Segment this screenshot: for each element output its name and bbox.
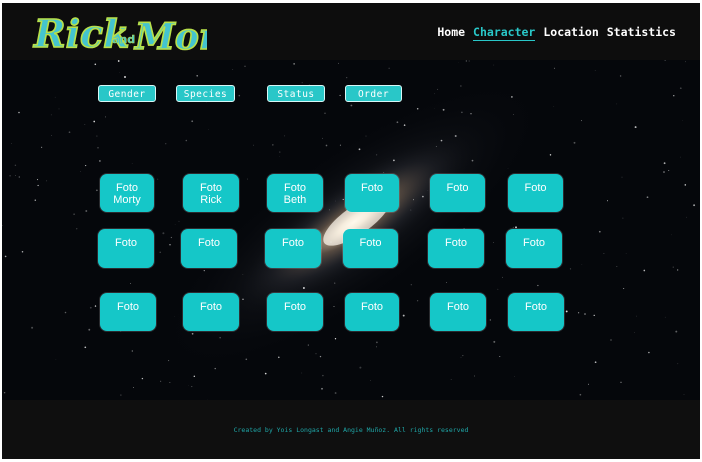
card-photo-label: Foto (524, 301, 547, 313)
character-card[interactable]: Foto (100, 293, 156, 331)
footer-credits: Created by Yois Longast and Angie Muñoz.… (233, 426, 469, 434)
space-background: Gender Species Status Order Foto Morty Fot… (2, 60, 700, 400)
nav-statistics[interactable]: Statistics (607, 25, 676, 41)
top-header: Rick and Morty Home Character Location S… (2, 3, 700, 60)
card-photo-label: Foto (283, 301, 306, 313)
page-footer: Created by Yois Longast and Angie Muñoz.… (2, 400, 700, 459)
svg-text:and: and (112, 33, 135, 46)
character-card[interactable]: Foto (345, 174, 399, 212)
card-photo-label: Foto (115, 182, 138, 194)
character-card[interactable]: Foto Beth (267, 174, 323, 212)
character-card[interactable]: Foto (508, 174, 563, 212)
character-card[interactable]: Foto Morty (100, 174, 154, 212)
card-photo-label: Foto (283, 182, 306, 194)
character-card[interactable]: Foto (181, 229, 237, 268)
card-character-name: Rick (200, 194, 222, 206)
card-character-name: Beth (283, 194, 307, 206)
card-photo-label: Foto (446, 182, 469, 194)
character-card[interactable]: Foto (343, 229, 398, 268)
nav-character[interactable]: Character (473, 25, 536, 41)
character-card[interactable]: Foto (267, 293, 323, 331)
character-card[interactable]: Foto (345, 293, 399, 331)
character-card[interactable]: Foto (183, 293, 239, 331)
rick-and-morty-logo[interactable]: Rick and Morty (32, 7, 258, 59)
nav-location[interactable]: Location (543, 25, 598, 41)
card-photo-label: Foto (197, 237, 220, 249)
card-photo-label: Foto (360, 301, 383, 313)
card-photo-label: Foto (360, 182, 383, 194)
character-card[interactable]: Foto (430, 293, 486, 331)
character-card[interactable]: Foto (265, 229, 321, 268)
card-photo-label: Foto (199, 301, 222, 313)
svg-text:Morty: Morty (133, 16, 207, 58)
card-photo-label: Foto (116, 301, 139, 313)
character-card[interactable]: Foto (430, 174, 485, 212)
card-photo-label: Foto (444, 237, 467, 249)
gender-filter-button[interactable]: Gender (98, 85, 156, 102)
character-card[interactable]: Foto (506, 229, 562, 268)
card-photo-label: Foto (114, 237, 137, 249)
page-frame: Rick and Morty Home Character Location S… (2, 3, 700, 459)
status-filter-button[interactable]: Status (267, 85, 325, 102)
nav-home[interactable]: Home (437, 25, 465, 41)
card-photo-label: Foto (359, 237, 382, 249)
card-photo-label: Foto (281, 237, 304, 249)
card-photo-label: Foto (524, 182, 547, 194)
card-photo-label: Foto (522, 237, 545, 249)
character-card[interactable]: Foto (98, 229, 154, 268)
character-card[interactable]: Foto Rick (183, 174, 239, 212)
species-filter-button[interactable]: Species (176, 85, 235, 102)
card-photo-label: Foto (199, 182, 222, 194)
character-card[interactable]: Foto (428, 229, 484, 268)
character-card[interactable]: Foto (508, 293, 564, 331)
card-photo-label: Foto (446, 301, 469, 313)
main-nav: Home Character Location Statistics (437, 25, 676, 41)
order-filter-button[interactable]: Order (345, 85, 402, 102)
card-character-name: Morty (113, 194, 141, 206)
